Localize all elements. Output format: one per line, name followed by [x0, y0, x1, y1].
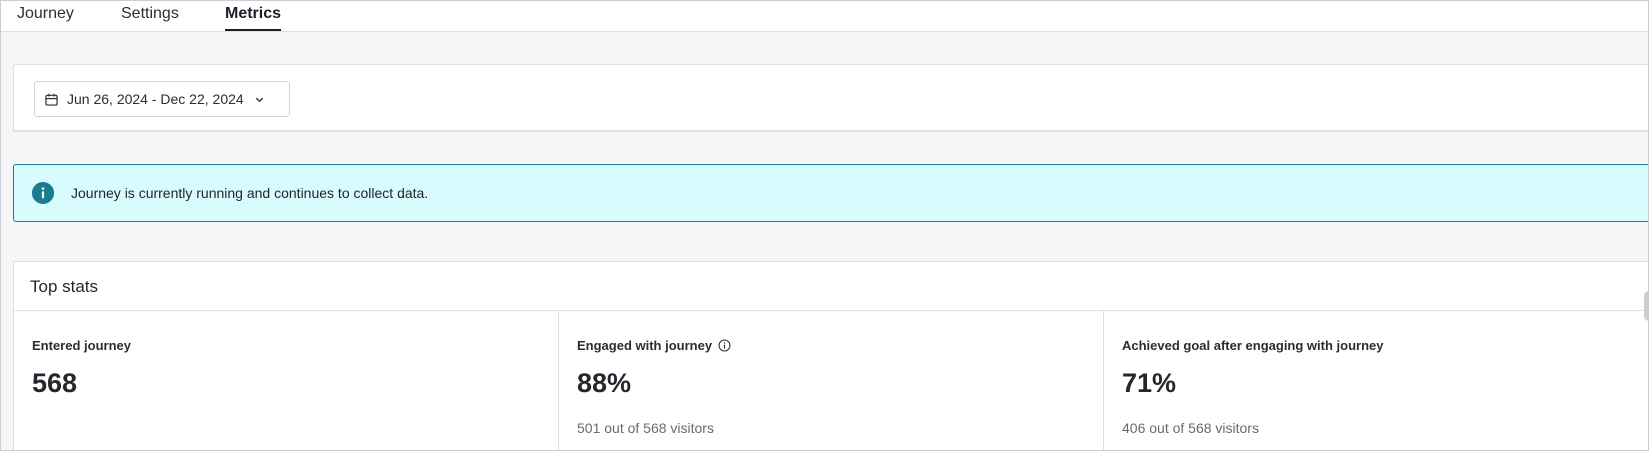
tab-settings[interactable]: Settings: [121, 1, 179, 31]
stat-value: 71%: [1122, 368, 1177, 398]
date-range-label: Jun 26, 2024 - Dec 22, 2024: [67, 91, 244, 107]
chevron-down-icon: [255, 97, 263, 102]
scroll-handle[interactable]: [1644, 291, 1648, 321]
stat-achieved-goal: Achieved goal after engaging with journe…: [1104, 311, 1648, 450]
info-outline-icon[interactable]: [718, 339, 731, 352]
info-banner: Journey is currently running and continu…: [13, 164, 1648, 222]
top-stats-card: Top stats Entered journey 568 Engaged wi…: [13, 261, 1648, 450]
date-range-picker[interactable]: Jun 26, 2024 - Dec 22, 2024: [34, 81, 290, 117]
info-icon: [32, 182, 54, 204]
stat-value: 88%: [577, 368, 632, 398]
tab-journey[interactable]: Journey: [17, 1, 74, 31]
stat-label: Entered journey: [32, 338, 131, 353]
calendar-icon: [45, 93, 58, 106]
tab-bar: Journey Settings Metrics: [1, 1, 1648, 32]
stat-value: 568: [32, 368, 78, 398]
stat-subtext: 406 out of 568 visitors: [1122, 420, 1259, 436]
stat-label: Achieved goal after engaging with journe…: [1122, 338, 1384, 353]
banner-message: Journey is currently running and continu…: [71, 185, 429, 201]
date-filter-card: Jun 26, 2024 - Dec 22, 2024: [13, 64, 1648, 131]
stat-engaged-with-journey: Engaged with journey 88% 501 out of 568 …: [559, 311, 1104, 450]
metrics-page: Journey Settings Metrics Jun 26, 2024 - …: [0, 0, 1649, 451]
stat-entered-journey: Entered journey 568: [14, 311, 559, 450]
stat-label: Engaged with journey: [577, 338, 731, 353]
top-stats-title: Top stats: [30, 277, 99, 296]
tab-metrics[interactable]: Metrics: [225, 1, 282, 31]
stat-subtext: 501 out of 568 visitors: [577, 420, 714, 436]
